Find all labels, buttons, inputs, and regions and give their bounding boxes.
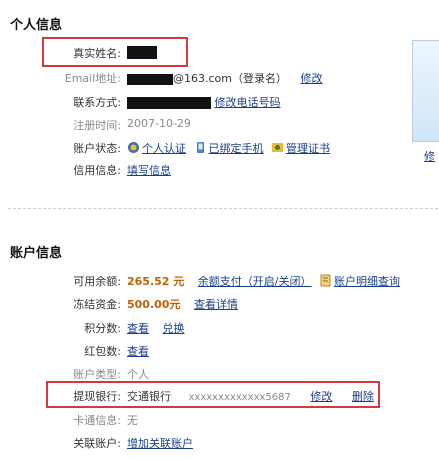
status-personal-auth[interactable]: 个人认证	[142, 142, 186, 155]
name-label: 真实姓名:	[73, 47, 121, 60]
email-domain: @163.com	[173, 72, 232, 85]
frozen-row: 冻结资金: 500.00元 查看详情	[0, 296, 439, 316]
name-value-redacted	[127, 45, 157, 59]
avatar-edit-link[interactable]: 修	[424, 148, 435, 164]
balance-label: 可用余额:	[73, 275, 121, 288]
card-row: 卡通信息: 无	[0, 412, 439, 432]
status-row: 账户状态: 个人认证 已绑定手机 管理证书	[0, 140, 439, 160]
avatar-frame	[412, 40, 439, 142]
bank-info: 交通银行 xxxxxxxxxxxxx5687 修改 删除	[127, 388, 374, 404]
account-type-value: 个人	[127, 368, 149, 381]
points-row: 积分数: 查看 兑换	[0, 320, 439, 340]
card-label: 卡通信息:	[73, 414, 121, 427]
email-value: @163.com（登录名） 修改	[127, 70, 323, 86]
balance-row: 可用余额: 265.52 元 余额支付（开启/关闭） 账户明细查询	[0, 273, 439, 293]
email-label: Email地址:	[64, 72, 121, 85]
redpack-row: 红包数: 查看	[0, 343, 439, 363]
balance-value-wrap: 265.52 元 余额支付（开启/关闭） 账户明细查询	[127, 273, 400, 289]
fill-info-link[interactable]: 填写信息	[127, 162, 171, 178]
credit-row: 信用信息: 填写信息	[0, 162, 439, 182]
frozen-value-wrap: 500.00元 查看详情	[127, 296, 238, 312]
contact-label: 联系方式:	[73, 96, 121, 109]
contact-redacted	[127, 97, 211, 109]
redpack-view-link[interactable]: 查看	[127, 343, 149, 359]
register-label: 注册时间:	[73, 119, 121, 132]
add-linked-account-link[interactable]: 增加关联账户	[127, 435, 193, 451]
email-row: Email地址: @163.com（登录名） 修改	[0, 70, 439, 90]
register-row: 注册时间: 2007-10-29	[0, 117, 439, 137]
balance-value: 265.52 元	[127, 275, 185, 288]
points-redeem-link[interactable]: 兑换	[163, 322, 185, 335]
bank-name: 交通银行	[127, 390, 171, 403]
contact-row: 联系方式: 修改电话号码	[0, 94, 439, 114]
credit-label: 信用信息:	[73, 164, 121, 177]
points-label: 积分数:	[84, 322, 121, 335]
bank-delete-link[interactable]: 删除	[352, 390, 374, 403]
account-detail-link[interactable]: 账户明细查询	[334, 275, 400, 288]
redpack-label: 红包数:	[84, 345, 121, 358]
points-view-link[interactable]: 查看	[127, 322, 149, 335]
frozen-label: 冻结资金:	[73, 298, 121, 311]
ledger-icon	[320, 274, 331, 287]
status-phone-bound[interactable]: 已绑定手机	[209, 142, 264, 155]
personal-info-title: 个人信息	[10, 18, 63, 33]
frozen-value: 500.00元	[127, 298, 181, 311]
status-items: 个人认证 已绑定手机 管理证书	[127, 140, 330, 156]
bank-row: 提现银行: 交通银行 xxxxxxxxxxxxx5687 修改 删除	[0, 388, 439, 408]
frozen-detail-link[interactable]: 查看详情	[194, 298, 238, 311]
email-note: （登录名）	[232, 72, 287, 85]
card-value: 无	[127, 414, 138, 427]
verified-icon	[128, 142, 139, 153]
account-type-label: 账户类型:	[73, 368, 121, 381]
bank-edit-link[interactable]: 修改	[310, 390, 332, 403]
linked-row: 关联账户: 增加关联账户	[0, 435, 439, 455]
status-label: 账户状态:	[73, 142, 121, 155]
linked-label: 关联账户:	[73, 437, 121, 450]
certificate-icon	[272, 143, 283, 152]
section-divider	[8, 208, 438, 209]
bank-label: 提现银行:	[73, 390, 121, 403]
status-manage-cert[interactable]: 管理证书	[286, 142, 330, 155]
email-edit-link[interactable]: 修改	[301, 72, 323, 85]
phone-icon	[196, 142, 204, 153]
balance-pay-toggle-link[interactable]: 余额支付（开启/关闭）	[198, 275, 312, 288]
register-value: 2007-10-29	[127, 117, 191, 130]
contact-value: 修改电话号码	[127, 94, 281, 110]
edit-phone-link[interactable]: 修改电话号码	[215, 96, 281, 109]
account-info-title: 账户信息	[10, 246, 63, 261]
bank-card-number: xxxxxxxxxxxxx5687	[188, 392, 291, 403]
points-actions: 查看 兑换	[127, 320, 185, 336]
name-row: 真实姓名:	[0, 45, 439, 65]
